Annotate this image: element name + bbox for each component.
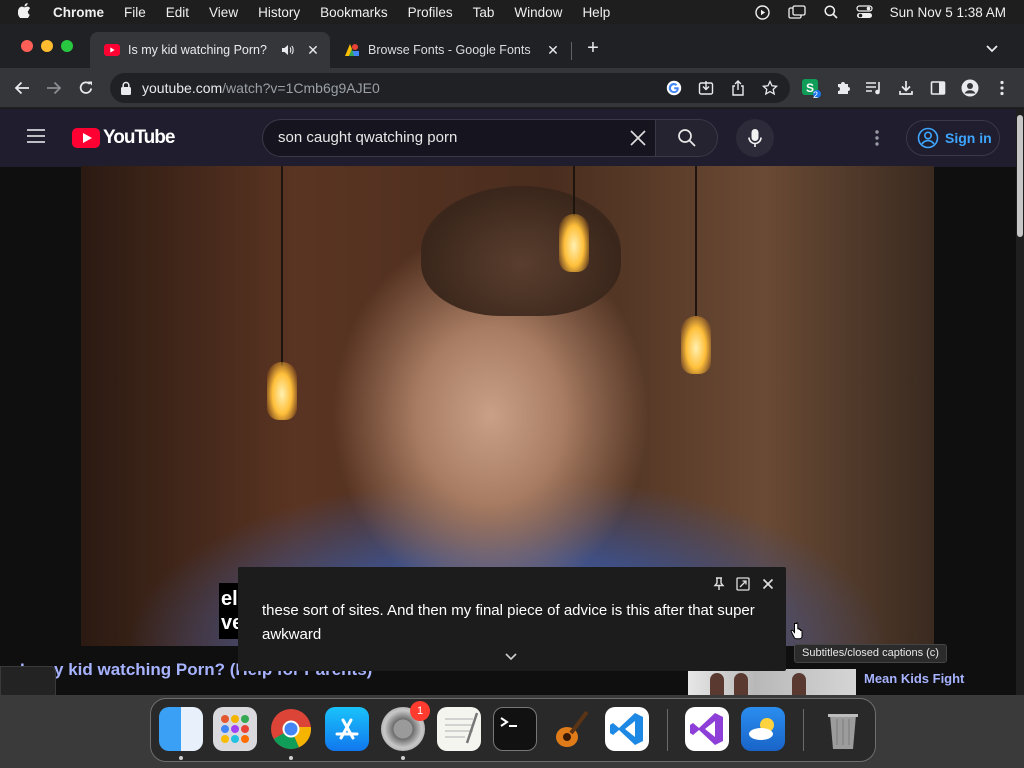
- forward-arrow-icon[interactable]: [44, 78, 64, 98]
- screen-mirroring-icon[interactable]: [788, 5, 806, 19]
- tab-youtube-video[interactable]: Is my kid watching Porn? ( ✕: [90, 32, 330, 68]
- google-fonts-favicon-icon: [344, 42, 360, 58]
- youtube-favicon-icon: [104, 42, 120, 58]
- menu-bookmarks[interactable]: Bookmarks: [320, 5, 388, 20]
- trash-icon[interactable]: [821, 707, 865, 751]
- apple-menu-icon[interactable]: [17, 3, 38, 21]
- menu-help[interactable]: Help: [582, 5, 610, 20]
- close-caption-icon[interactable]: [761, 577, 775, 591]
- caption-text: these sort of sites. And then my final p…: [262, 602, 755, 643]
- dock-separator: [667, 709, 668, 751]
- captions-tooltip: Subtitles/closed captions (c): [794, 644, 947, 663]
- clear-search-icon[interactable]: [628, 128, 648, 148]
- window-zoom-button[interactable]: [61, 40, 73, 52]
- share-icon[interactable]: [730, 80, 746, 96]
- vscode-icon[interactable]: [605, 707, 649, 751]
- install-app-icon[interactable]: [698, 80, 714, 96]
- lock-icon[interactable]: [120, 81, 132, 95]
- weather-icon[interactable]: [741, 707, 785, 751]
- control-center-icon[interactable]: [856, 5, 874, 19]
- bookmark-star-icon[interactable]: [762, 80, 778, 96]
- tab-close-icon[interactable]: ✕: [546, 43, 560, 57]
- more-options-kebab-icon[interactable]: [868, 127, 886, 149]
- address-bar[interactable]: youtube.com/watch?v=1Cmb6g9AJE0: [110, 73, 790, 103]
- light-bulb: [267, 362, 297, 420]
- light-bulb: [681, 316, 711, 374]
- back-arrow-icon[interactable]: [12, 78, 32, 98]
- youtube-play-logo-icon: [72, 128, 100, 148]
- tab-title: Browse Fonts - Google Fonts: [368, 43, 531, 57]
- tab-title: Is my kid watching Porn? (: [128, 43, 270, 57]
- new-tab-button[interactable]: +: [583, 38, 603, 58]
- terminal-icon[interactable]: [493, 707, 537, 751]
- spotlight-search-icon[interactable]: [822, 5, 840, 19]
- extensions-puzzle-icon[interactable]: [833, 78, 853, 98]
- expand-icon[interactable]: [736, 577, 750, 591]
- macos-menu-bar: Chrome File Edit View History Bookmarks …: [0, 0, 1024, 24]
- play-circle-icon[interactable]: [754, 4, 772, 20]
- menu-app-name[interactable]: Chrome: [53, 5, 104, 20]
- tab-close-icon[interactable]: ✕: [306, 43, 320, 57]
- menubar-clock[interactable]: Sun Nov 5 1:38 AM: [890, 5, 1006, 20]
- downloads-icon[interactable]: [896, 78, 916, 98]
- youtube-search-box: [262, 119, 656, 157]
- search-button[interactable]: [656, 119, 718, 157]
- finder-icon[interactable]: [159, 707, 203, 751]
- sign-in-button[interactable]: Sign in: [906, 120, 1000, 156]
- pin-icon[interactable]: [712, 577, 726, 591]
- app-store-icon[interactable]: [325, 707, 369, 751]
- running-indicator: [401, 756, 405, 760]
- notification-badge: 1: [410, 701, 430, 721]
- menu-history[interactable]: History: [258, 5, 300, 20]
- chrome-toolbar: youtube.com/watch?v=1Cmb6g9AJE0 S 2: [0, 68, 1024, 108]
- launchpad-icon[interactable]: [213, 707, 257, 751]
- macos-dock: [150, 698, 876, 762]
- profile-avatar-icon[interactable]: [960, 78, 980, 98]
- media-controls-icon[interactable]: [864, 78, 884, 98]
- menu-file[interactable]: File: [124, 5, 146, 20]
- page-scrollbar-thumb[interactable]: [1017, 115, 1023, 237]
- reload-icon[interactable]: [76, 78, 96, 98]
- search-input[interactable]: [278, 129, 618, 146]
- tab-google-fonts[interactable]: Browse Fonts - Google Fonts ✕: [332, 32, 570, 68]
- microphone-icon: [748, 129, 762, 147]
- speaker-audio-icon[interactable]: [280, 43, 294, 57]
- chrome-icon[interactable]: [269, 707, 313, 751]
- hamburger-menu-icon[interactable]: [27, 129, 45, 143]
- textedit-icon[interactable]: [437, 707, 481, 751]
- google-lens-icon[interactable]: [666, 80, 682, 96]
- window-close-button[interactable]: [21, 40, 33, 52]
- light-bulb: [559, 214, 589, 272]
- side-panel-icon[interactable]: [928, 78, 948, 98]
- tab-search-chevron-icon[interactable]: [985, 38, 1003, 58]
- url-text[interactable]: youtube.com/watch?v=1Cmb6g9AJE0: [142, 80, 380, 96]
- youtube-logo[interactable]: YouTube: [72, 127, 175, 149]
- account-circle-icon: [917, 127, 939, 149]
- video-frame-content: [421, 186, 621, 316]
- extension-badge: 2: [813, 90, 819, 100]
- window-minimize-button[interactable]: [41, 40, 53, 52]
- running-indicator: [179, 756, 183, 760]
- menu-profiles[interactable]: Profiles: [408, 5, 453, 20]
- search-icon: [677, 129, 696, 147]
- menu-edit[interactable]: Edit: [166, 5, 189, 20]
- running-indicator: [289, 756, 293, 760]
- garageband-icon[interactable]: [549, 707, 593, 751]
- live-caption-panel: these sort of sites. And then my final p…: [238, 567, 786, 671]
- visual-studio-icon[interactable]: [685, 707, 729, 751]
- menu-tab[interactable]: Tab: [473, 5, 495, 20]
- voice-search-button[interactable]: [736, 119, 774, 157]
- tab-separator: [571, 42, 572, 60]
- menu-view[interactable]: View: [209, 5, 238, 20]
- youtube-header: YouTube Sign in: [0, 109, 1016, 167]
- hand-pointer-cursor-icon: [790, 622, 804, 640]
- menu-window[interactable]: Window: [514, 5, 562, 20]
- chrome-menu-kebab-icon[interactable]: [992, 78, 1012, 98]
- related-video-thumbnail[interactable]: [688, 669, 856, 695]
- chevron-down-icon[interactable]: [504, 649, 518, 661]
- related-video-title[interactable]: Mean Kids Fight: [864, 671, 964, 686]
- dock-separator: [803, 709, 804, 751]
- chrome-tab-strip: Is my kid watching Porn? ( ✕ Browse Font…: [0, 24, 1024, 68]
